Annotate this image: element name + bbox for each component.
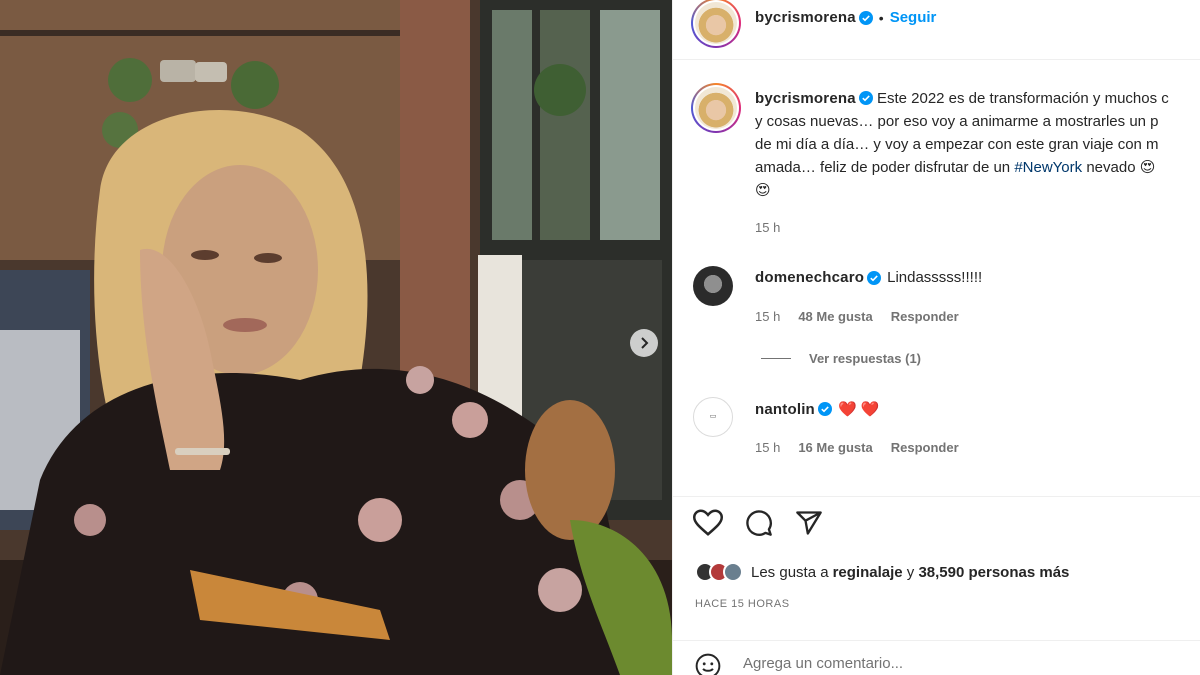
view-replies[interactable]: Ver respuestas (1) bbox=[761, 351, 921, 366]
view-replies-label[interactable]: Ver respuestas (1) bbox=[809, 351, 921, 366]
comment-timestamp[interactable]: 15 h bbox=[755, 309, 780, 324]
replies-divider bbox=[761, 358, 791, 359]
comment-reply-button[interactable]: Responder bbox=[891, 440, 959, 455]
comment-reply-button[interactable]: Responder bbox=[891, 309, 959, 324]
caption-line-5: 😍 bbox=[755, 182, 771, 199]
commenter-avatar[interactable] bbox=[693, 266, 733, 306]
add-comment-input[interactable] bbox=[743, 655, 1143, 672]
comment-username[interactable]: domenechcaro bbox=[755, 269, 864, 286]
verified-icon bbox=[858, 10, 873, 25]
likes-summary: Les gusta a reginalaje y 38,590 personas… bbox=[695, 562, 1069, 582]
post-date[interactable]: HACE 15 HORAS bbox=[695, 598, 790, 610]
likes-middle: y bbox=[902, 563, 919, 581]
verified-icon bbox=[858, 91, 873, 105]
comment-username[interactable]: nantolin bbox=[755, 401, 815, 418]
author-username[interactable]: bycrismorena bbox=[755, 9, 856, 26]
caption-avatar[interactable] bbox=[691, 83, 741, 133]
caption-line-2: y cosas nuevas… por eso voy a animarme a… bbox=[755, 113, 1159, 130]
comment-likes[interactable]: 16 Me gusta bbox=[798, 440, 872, 455]
likers-avatars[interactable] bbox=[695, 562, 743, 582]
caption-line-1: Este 2022 es de transformación y muchos … bbox=[876, 90, 1169, 107]
caption-tail: nevado 😍 bbox=[1082, 159, 1156, 176]
caption-username[interactable]: bycrismorena bbox=[755, 90, 856, 107]
author-avatar[interactable] bbox=[691, 0, 741, 48]
emoji-icon[interactable] bbox=[695, 653, 721, 675]
post-header: bycrismorena • Seguir bbox=[673, 0, 1200, 60]
carousel-next-button[interactable] bbox=[630, 329, 658, 357]
caption-timestamp[interactable]: 15 h bbox=[755, 220, 1169, 235]
post-side-panel: bycrismorena • Seguir bycrismorena Este … bbox=[672, 0, 1200, 675]
follow-button[interactable]: Seguir bbox=[890, 9, 937, 26]
share-icon[interactable] bbox=[795, 509, 823, 537]
likes-count[interactable]: 38,590 personas más bbox=[918, 564, 1069, 581]
verified-icon bbox=[817, 402, 832, 416]
caption-line-4: amada… feliz de poder disfrutar de un bbox=[755, 159, 1015, 176]
caption-block: bycrismorena Este 2022 es de transformac… bbox=[755, 87, 1169, 235]
verified-icon bbox=[867, 270, 882, 285]
chevron-right-icon bbox=[641, 337, 649, 349]
comment-icon[interactable] bbox=[745, 509, 773, 537]
comment-text: ❤️ ❤️ bbox=[837, 401, 880, 418]
add-comment-bar bbox=[673, 640, 1200, 675]
hashtag-link[interactable]: #NewYork bbox=[1014, 159, 1082, 176]
photo-scene bbox=[0, 0, 672, 675]
comment-likes[interactable]: 48 Me gusta bbox=[798, 309, 872, 324]
likes-user[interactable]: reginalaje bbox=[833, 564, 903, 581]
comment-text: Lindasssss!!!!! bbox=[887, 269, 983, 286]
avatar-logo: ▭ bbox=[709, 413, 717, 420]
likes-prefix: Les gusta a bbox=[751, 563, 829, 581]
comment-timestamp[interactable]: 15 h bbox=[755, 440, 780, 455]
separator-dot: • bbox=[878, 9, 884, 26]
heart-icon[interactable] bbox=[693, 509, 723, 537]
caption-line-3: de mi día a día… y voy a empezar con est… bbox=[755, 136, 1159, 153]
post-photo bbox=[0, 0, 672, 675]
commenter-avatar[interactable]: ▭ bbox=[693, 397, 733, 437]
